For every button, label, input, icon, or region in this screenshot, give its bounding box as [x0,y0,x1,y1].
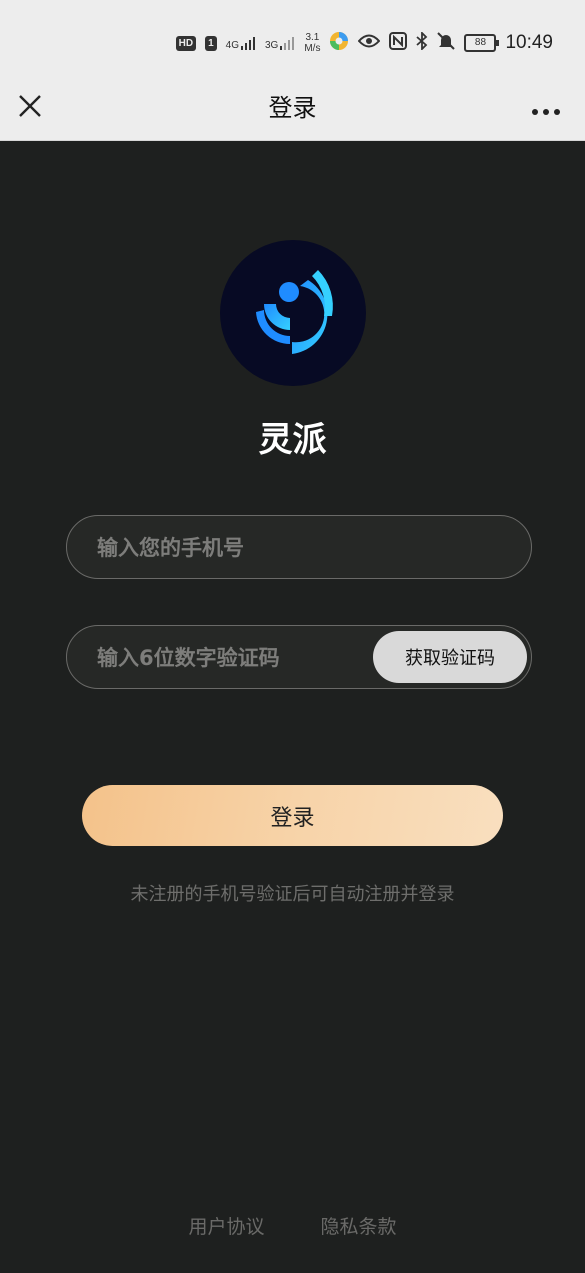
auto-register-hint: 未注册的手机号验证后可自动注册并登录 [130,884,455,905]
nav-bar: 登录 [0,80,585,141]
mute-bell-icon [437,32,456,54]
net2-label: 3G [265,40,279,51]
battery-icon: 88 [464,34,500,52]
login-button[interactable]: 登录 [82,785,503,846]
user-agreement-link[interactable]: 用户协议 [188,1212,264,1239]
status-icons: HD 1 4G 3G 3.1 M/s 88 10:49 [175,28,553,58]
app-logo [220,240,366,386]
get-code-button[interactable]: 获取验证码 [373,631,527,683]
page-title: 登录 [268,94,317,122]
app-name: 灵派 [258,420,327,460]
signal-4g-icon: 4G [226,35,256,51]
speed-unit: M/s [304,43,321,54]
bluetooth-icon [416,30,428,54]
status-bar: HD 1 4G 3G 3.1 M/s 88 10:49 [0,0,585,80]
speed-value: 3.1 [305,32,320,43]
hd-badge: HD [175,35,197,51]
more-options-icon[interactable] [531,102,561,115]
sim1-badge: 1 [205,35,217,51]
net1-label: 4G [225,40,239,51]
verification-code-field: 获取验证码 [66,625,532,689]
eye-icon [358,33,381,53]
verification-code-input[interactable] [95,626,369,689]
app-notification-icon [329,31,349,55]
signal-3g-icon: 3G [265,35,295,51]
network-speed: 3.1 M/s [304,32,320,54]
status-time: 10:49 [505,32,553,53]
app-logo-icon [256,270,333,354]
privacy-policy-link[interactable]: 隐私条款 [321,1212,397,1239]
footer-links: 用户协议 隐私条款 [0,1212,585,1239]
phone-input[interactable] [95,516,509,579]
phone-field [66,515,532,579]
nfc-icon [389,32,408,54]
